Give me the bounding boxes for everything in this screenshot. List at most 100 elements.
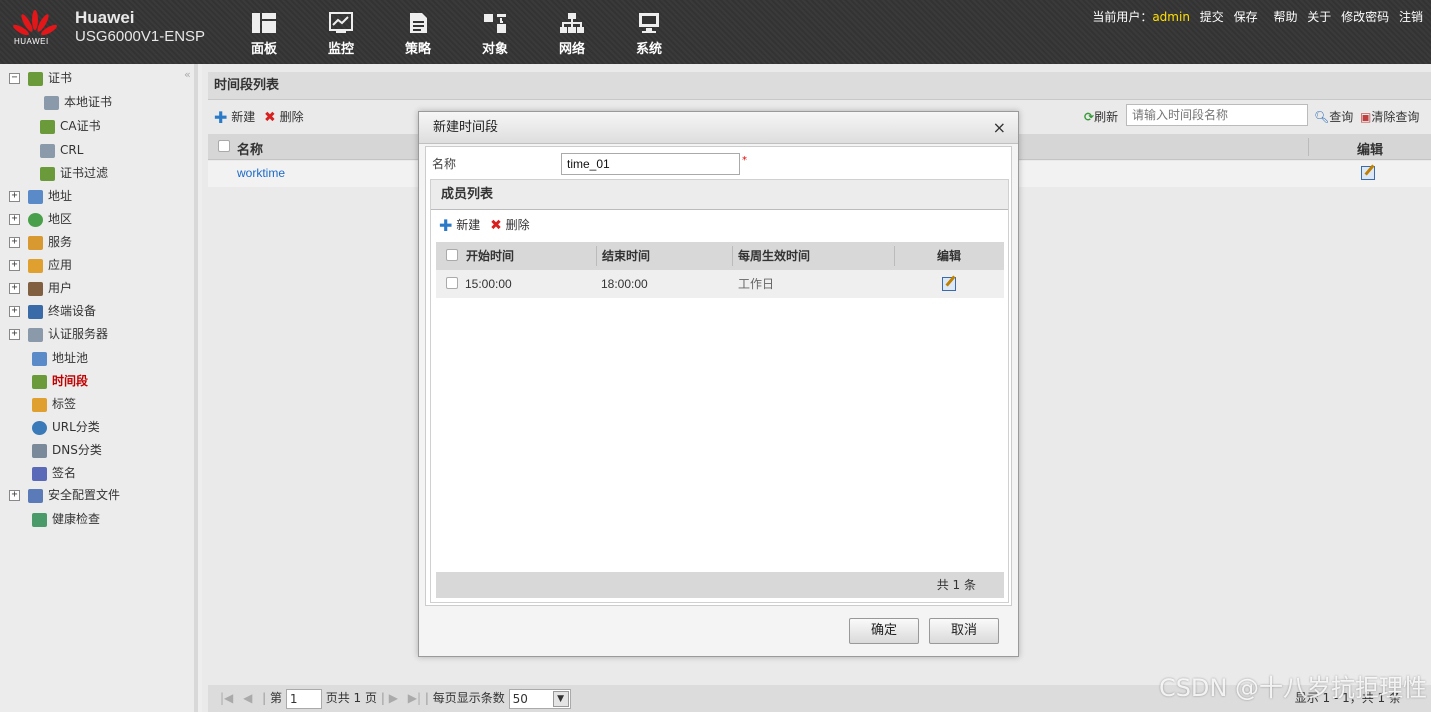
sidebar-item-label: DNS分类 xyxy=(52,443,102,457)
health-check-icon xyxy=(32,512,47,527)
submit-link[interactable]: 提交 xyxy=(1200,10,1224,24)
nav-monitor[interactable]: 监控 xyxy=(313,12,369,57)
close-icon[interactable]: × xyxy=(993,112,1006,144)
nav-label: 面板 xyxy=(250,42,277,57)
address-icon xyxy=(28,189,43,204)
sidebar-item-service[interactable]: + 服务 xyxy=(9,232,72,252)
sidebar-item-health-check[interactable]: 健康检查 xyxy=(32,509,100,529)
nav-network[interactable]: 网络 xyxy=(544,12,600,57)
sidebar-item-tag[interactable]: 标签 xyxy=(32,394,76,414)
member-delete-button[interactable]: ✖ 删除 xyxy=(490,218,530,234)
new-button[interactable]: ✚ 新建 xyxy=(214,108,255,127)
row-checkbox[interactable] xyxy=(446,277,458,289)
sidebar-item-crl[interactable]: CRL xyxy=(40,140,83,160)
help-link[interactable]: 帮助 xyxy=(1273,10,1297,24)
sidebar-item-local-cert[interactable]: 本地证书 xyxy=(44,92,112,112)
sidebar-item-certificate[interactable]: − 证书 xyxy=(9,68,72,88)
member-select-all-checkbox[interactable] xyxy=(446,249,458,261)
sidebar-item-address-pool[interactable]: 地址池 xyxy=(32,348,88,368)
logout-link[interactable]: 注销 xyxy=(1399,10,1423,24)
clear-query-button[interactable]: ▣清除查询 xyxy=(1360,108,1419,125)
collapse-icon[interactable]: − xyxy=(9,73,20,84)
sidebar-item-label: CA证书 xyxy=(60,119,101,133)
save-link[interactable]: 保存 xyxy=(1234,10,1258,24)
expand-icon[interactable]: + xyxy=(9,283,20,294)
sidebar-item-dns-category[interactable]: DNS分类 xyxy=(32,440,102,460)
expand-icon[interactable]: + xyxy=(9,237,20,248)
search-input[interactable] xyxy=(1126,104,1308,126)
sidebar-item-address[interactable]: + 地址 xyxy=(9,186,72,206)
collapse-sidebar-icon[interactable]: « xyxy=(184,68,191,81)
per-page-select[interactable]: 50 ▼ xyxy=(508,688,571,709)
row-name-link[interactable]: worktime xyxy=(237,166,285,180)
sidebar-item-time-range[interactable]: 时间段 xyxy=(32,371,88,391)
sidebar-item-url-category[interactable]: URL分类 xyxy=(32,417,100,437)
sidebar-item-label: 应用 xyxy=(48,258,73,272)
member-table-row[interactable]: 15:00:00 18:00:00 工作日 xyxy=(436,270,1004,298)
nav-system[interactable]: 系统 xyxy=(621,12,677,57)
top-header: HUAWEI Huawei USG6000V1-ENSP 面板 监控 策略 对象… xyxy=(0,0,1431,64)
search-icon: 🔍︎ xyxy=(1314,110,1330,124)
nav-policy[interactable]: 策略 xyxy=(390,12,446,57)
monitor-icon xyxy=(329,12,353,33)
cancel-button[interactable]: 取消 xyxy=(929,618,999,644)
refresh-icon: ⟳ xyxy=(1084,110,1095,124)
crl-icon xyxy=(40,143,55,158)
name-field[interactable] xyxy=(561,153,740,175)
expand-icon[interactable]: + xyxy=(9,490,20,501)
sidebar-item-auth-server[interactable]: + 认证服务器 xyxy=(9,324,108,344)
sidebar-item-cert-filter[interactable]: 证书过滤 xyxy=(40,163,108,183)
first-page-icon[interactable]: |◀ xyxy=(220,691,233,705)
about-link[interactable]: 关于 xyxy=(1307,10,1331,24)
clear-label: 清除查询 xyxy=(1371,110,1420,124)
edit-icon[interactable] xyxy=(1361,166,1375,180)
sidebar-item-label: 本地证书 xyxy=(64,95,113,109)
sidebar-item-application[interactable]: + 应用 xyxy=(9,255,72,275)
prev-page-icon[interactable]: ◀ xyxy=(243,691,252,705)
nav-object[interactable]: 对象 xyxy=(467,12,523,57)
region-icon xyxy=(28,212,43,227)
expand-icon[interactable]: + xyxy=(9,214,20,225)
sidebar-item-ca-cert[interactable]: CA证书 xyxy=(40,116,101,136)
sidebar-item-terminal-device[interactable]: + 终端设备 xyxy=(9,301,96,321)
page-suffix: 页共 1 页 xyxy=(325,691,377,705)
sidebar-item-signature[interactable]: 签名 xyxy=(32,463,76,483)
column-header-name: 名称 xyxy=(237,143,264,158)
column-header-weekly: 每周生效时间 xyxy=(738,249,811,263)
column-header-end: 结束时间 xyxy=(602,249,651,263)
next-page-icon[interactable]: ▶ xyxy=(389,691,398,705)
delete-button[interactable]: ✖ 删除 xyxy=(264,108,304,126)
end-time-cell: 18:00:00 xyxy=(601,277,648,291)
expand-icon[interactable]: + xyxy=(9,306,20,317)
last-page-icon[interactable]: ▶| xyxy=(408,691,421,705)
sidebar-item-label: CRL xyxy=(60,143,84,157)
member-new-button[interactable]: ✚ 新建 xyxy=(439,216,481,235)
edit-icon[interactable] xyxy=(942,277,956,291)
confirm-button[interactable]: 确定 xyxy=(849,618,919,644)
sidebar-item-label: 地址 xyxy=(48,189,73,203)
security-profile-icon xyxy=(28,488,43,503)
sidebar-item-label: 签名 xyxy=(52,466,77,480)
change-password-link[interactable]: 修改密码 xyxy=(1341,10,1389,24)
dns-category-icon xyxy=(32,443,47,458)
logo-text: HUAWEI xyxy=(14,37,49,46)
expand-icon[interactable]: + xyxy=(9,329,20,340)
select-all-checkbox[interactable] xyxy=(218,140,230,152)
sidebar-item-user[interactable]: + 用户 xyxy=(9,278,72,298)
expand-icon[interactable]: + xyxy=(9,191,20,202)
member-table-header: 开始时间 结束时间 每周生效时间 编辑 xyxy=(436,242,1004,270)
dashboard-icon xyxy=(252,13,276,33)
name-label: 名称 xyxy=(432,157,457,171)
expand-icon[interactable]: + xyxy=(9,260,20,271)
weekly-cell: 工作日 xyxy=(738,277,775,291)
refresh-button[interactable]: ⟳刷新 xyxy=(1084,108,1118,125)
sidebar-item-region[interactable]: + 地区 xyxy=(9,209,72,229)
page-number-input[interactable]: 1 xyxy=(285,688,322,709)
query-button[interactable]: 🔍︎查询 xyxy=(1314,108,1353,125)
sidebar-item-label: URL分类 xyxy=(52,420,100,434)
application-icon xyxy=(28,258,43,273)
sidebar-item-security-profile[interactable]: + 安全配置文件 xyxy=(9,485,120,505)
system-icon xyxy=(639,13,659,33)
nav-dashboard[interactable]: 面板 xyxy=(236,12,292,57)
member-new-label: 新建 xyxy=(456,218,481,232)
